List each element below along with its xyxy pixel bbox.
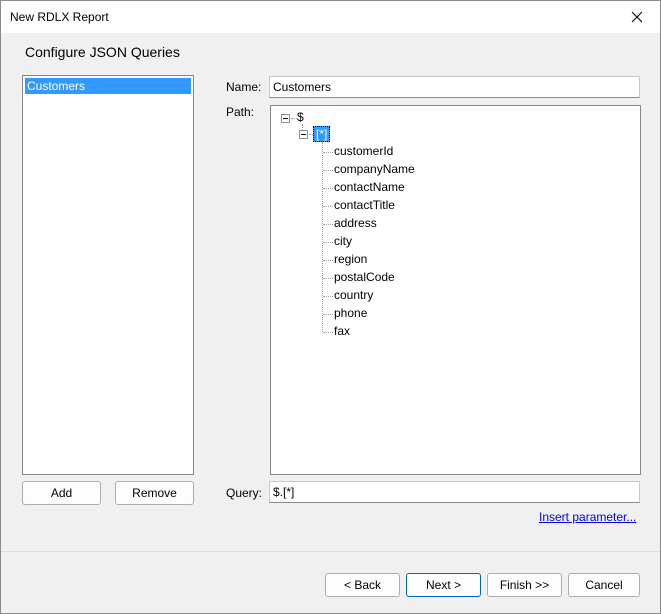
path-tree[interactable]: $ [*] customerId companyName contactName co… xyxy=(270,105,641,475)
tree-connector xyxy=(323,278,333,279)
name-input[interactable]: Customers xyxy=(269,76,640,98)
query-input[interactable]: $.[*] xyxy=(269,481,640,503)
tree-connector xyxy=(323,188,333,189)
dialog-footer: < Back Next > Finish >> Cancel xyxy=(1,551,660,613)
tree-field-node[interactable]: country xyxy=(334,288,373,302)
insert-parameter-link[interactable]: Insert parameter... xyxy=(539,510,636,524)
tree-field-node[interactable]: postalCode xyxy=(334,270,395,284)
tree-connector xyxy=(323,206,333,207)
page-heading: Configure JSON Queries xyxy=(25,44,180,60)
path-label: Path: xyxy=(226,105,255,119)
tree-field-node[interactable]: contactTitle xyxy=(334,198,395,212)
finish-button[interactable]: Finish >> xyxy=(487,573,562,597)
back-button[interactable]: < Back xyxy=(325,573,400,597)
query-list-item[interactable]: Customers xyxy=(25,78,191,94)
array-collapse-icon[interactable] xyxy=(299,130,308,139)
tree-array-node[interactable]: [*] xyxy=(313,126,331,142)
tree-connector xyxy=(323,332,333,333)
tree-field-node[interactable]: phone xyxy=(334,306,367,320)
add-button[interactable]: Add xyxy=(22,481,101,505)
query-label: Query: xyxy=(226,486,263,500)
title-bar: New RDLX Report xyxy=(1,1,660,33)
tree-connector xyxy=(323,242,333,243)
window-title: New RDLX Report xyxy=(10,10,109,24)
tree-root-node[interactable]: $ xyxy=(297,110,304,124)
tree-connector xyxy=(323,152,333,153)
tree-field-node[interactable]: city xyxy=(334,234,352,248)
name-label: Name: xyxy=(226,80,262,94)
tree-connector xyxy=(323,224,333,225)
dialog-window: New RDLX Report Configure JSON Queries C… xyxy=(0,0,661,614)
close-button[interactable] xyxy=(614,1,660,33)
query-list[interactable]: Customers xyxy=(22,75,194,475)
tree-field-node[interactable]: fax xyxy=(334,324,350,338)
tree-field-node[interactable]: companyName xyxy=(334,162,415,176)
content-area: Configure JSON Queries Customers Add Rem… xyxy=(1,33,660,551)
cancel-button[interactable]: Cancel xyxy=(568,573,640,597)
tree-field-node[interactable]: customerId xyxy=(334,144,393,158)
tree-field-node[interactable]: region xyxy=(334,252,367,266)
tree-field-node[interactable]: address xyxy=(334,216,377,230)
tree-connector xyxy=(323,314,333,315)
remove-button[interactable]: Remove xyxy=(115,481,194,505)
tree-connector xyxy=(323,170,333,171)
next-button[interactable]: Next > xyxy=(406,573,481,597)
tree-connector xyxy=(323,296,333,297)
close-icon xyxy=(631,11,643,23)
tree-field-node[interactable]: contactName xyxy=(334,180,405,194)
root-collapse-icon[interactable] xyxy=(281,114,290,123)
tree-connector xyxy=(323,260,333,261)
